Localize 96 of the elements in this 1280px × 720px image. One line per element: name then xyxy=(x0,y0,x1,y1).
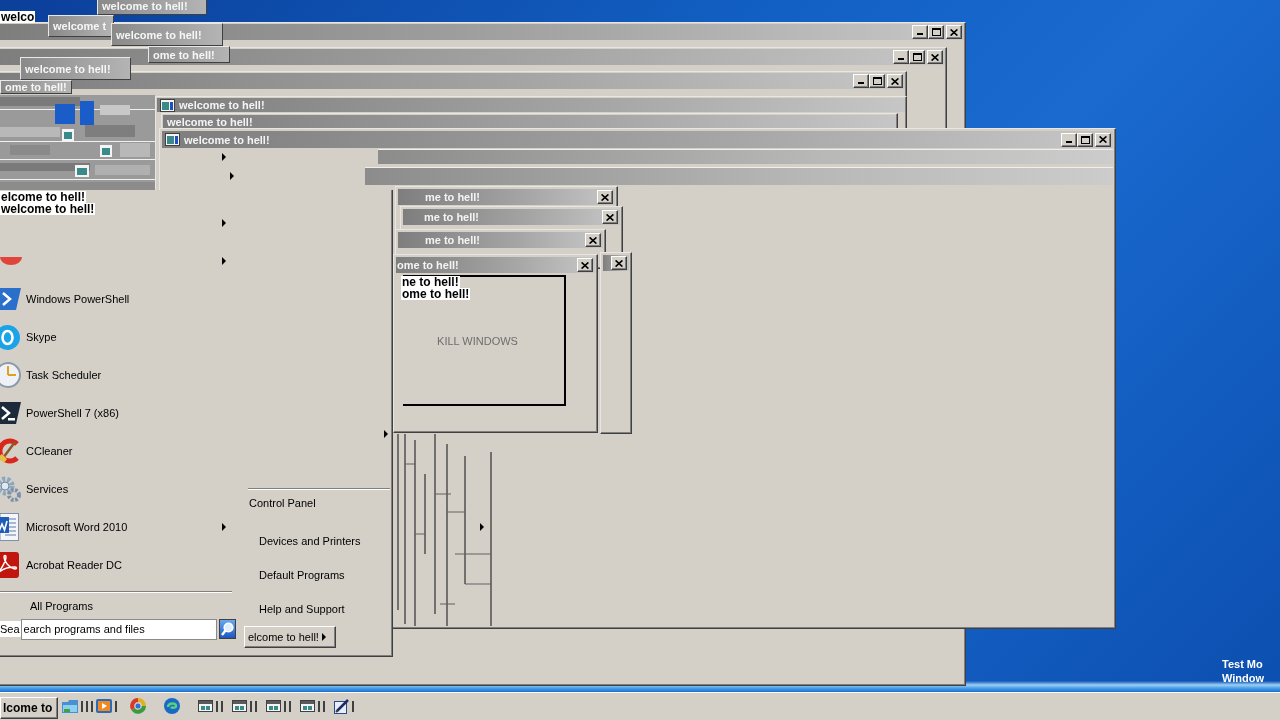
maximize-button[interactable] xyxy=(909,50,925,64)
minimize-icon xyxy=(1066,140,1072,143)
title-fragment: welcome to hell! xyxy=(20,57,131,80)
minimize-icon xyxy=(917,33,923,35)
glitch-label: elcome to hell! xyxy=(0,191,87,203)
window-icon[interactable] xyxy=(266,700,281,712)
close-icon xyxy=(615,259,623,267)
menu-item[interactable]: Default Programs xyxy=(243,566,392,584)
menu-item[interactable]: Help and Support xyxy=(243,600,392,618)
minimize-button[interactable] xyxy=(853,74,869,88)
minimize-icon xyxy=(898,58,904,60)
minimize-button[interactable] xyxy=(912,25,928,39)
close-button[interactable] xyxy=(1095,132,1111,147)
maximize-button[interactable] xyxy=(869,74,885,88)
close-icon xyxy=(606,213,614,221)
glitch-label: welcome to hell! xyxy=(0,203,96,215)
document-icon xyxy=(0,513,19,541)
program-item[interactable]: CCleaner xyxy=(0,432,236,470)
shutdown-button[interactable]: elcome to hell! xyxy=(244,626,336,648)
gear-icon xyxy=(0,476,21,502)
close-icon xyxy=(601,193,609,201)
close-icon xyxy=(891,77,899,85)
swirl-icon[interactable] xyxy=(164,698,180,714)
menu-item[interactable]: Control Panel xyxy=(243,494,392,512)
close-button[interactable] xyxy=(602,210,618,224)
window-icon[interactable] xyxy=(232,700,247,712)
program-item[interactable]: Services xyxy=(0,470,236,508)
pen-icon[interactable] xyxy=(334,698,349,714)
clock-icon xyxy=(0,362,21,388)
window-title: ome to hell! xyxy=(397,259,459,271)
close-button[interactable] xyxy=(946,25,962,39)
caret-icon xyxy=(222,152,226,161)
title-fragment: welcome to hell! xyxy=(111,23,223,46)
maximize-icon xyxy=(1080,135,1090,144)
program-item[interactable]: Acrobat Reader DC xyxy=(0,546,236,584)
search-field[interactable]: earch programs and files xyxy=(20,618,217,640)
start-button[interactable]: lcome to xyxy=(0,697,58,719)
program-item[interactable]: Windows PowerShell xyxy=(0,280,236,318)
test-mode-text: Window xyxy=(1222,672,1265,685)
close-button[interactable] xyxy=(927,50,943,64)
minimize-icon xyxy=(858,82,864,84)
minimize-button[interactable] xyxy=(893,50,909,64)
prompt-icon xyxy=(0,288,21,310)
close-icon xyxy=(950,28,958,36)
test-mode-text: Test Mo xyxy=(1222,658,1263,671)
maximize-icon xyxy=(912,53,922,61)
program-item[interactable]: PowerShell 7 (x86) xyxy=(0,394,236,432)
caret-icon xyxy=(321,633,326,641)
menu-item[interactable]: Devices and Printers xyxy=(243,532,392,550)
close-icon xyxy=(581,261,589,269)
title-fragment: ome to hell! xyxy=(148,46,230,63)
message-text: KILL WINDOWS xyxy=(437,334,518,347)
window-icon[interactable] xyxy=(300,700,315,712)
close-icon xyxy=(589,236,597,244)
maximize-button[interactable] xyxy=(1077,132,1093,147)
search-icon xyxy=(220,622,234,636)
window-title: welcome to hell! xyxy=(167,115,253,128)
close-icon xyxy=(1099,136,1107,143)
prompt-icon xyxy=(0,402,21,424)
close-button[interactable] xyxy=(585,233,601,247)
broom-icon xyxy=(0,438,21,464)
pdf-icon xyxy=(0,552,19,578)
window-icon[interactable] xyxy=(198,700,213,712)
glitch-label: ne to hell! xyxy=(401,276,460,288)
window-title: me to hell! xyxy=(425,234,480,246)
minimize-button[interactable] xyxy=(1061,132,1077,147)
program-item[interactable]: Task Scheduler xyxy=(0,356,236,394)
all-programs-item[interactable]: All Programs xyxy=(0,595,236,617)
search-label: Sea xyxy=(0,621,21,637)
program-item[interactable]: Microsoft Word 2010 xyxy=(0,508,236,546)
window-title: welcome to hell! xyxy=(184,133,270,146)
program-item[interactable]: Skype xyxy=(0,318,236,356)
search-button[interactable] xyxy=(218,619,236,639)
maximize-icon xyxy=(872,77,882,85)
title-fragment: welcome to hell! xyxy=(97,0,207,15)
glitch-label: ome to hell! xyxy=(401,288,471,300)
glitch-label: welco xyxy=(0,11,36,23)
ring-icon[interactable] xyxy=(130,698,146,714)
title-fragment: ome to hell! xyxy=(0,80,72,94)
title-fragment: welcome t xyxy=(48,15,114,37)
window-title: me to hell! xyxy=(424,211,479,223)
window-title: welcome to hell! xyxy=(179,99,265,111)
close-button[interactable] xyxy=(597,190,613,204)
caret-icon xyxy=(222,219,226,227)
close-icon xyxy=(931,53,939,61)
arc-icon xyxy=(0,257,22,265)
close-button[interactable] xyxy=(611,256,627,270)
play-icon[interactable] xyxy=(96,699,112,713)
maximize-icon xyxy=(931,28,941,36)
caret-icon xyxy=(384,430,388,438)
caret-icon xyxy=(230,172,234,180)
caret-icon xyxy=(222,257,226,265)
maximize-button[interactable] xyxy=(928,25,944,39)
window-title: me to hell! xyxy=(425,191,480,203)
close-button[interactable] xyxy=(577,258,593,272)
close-button[interactable] xyxy=(887,74,903,88)
